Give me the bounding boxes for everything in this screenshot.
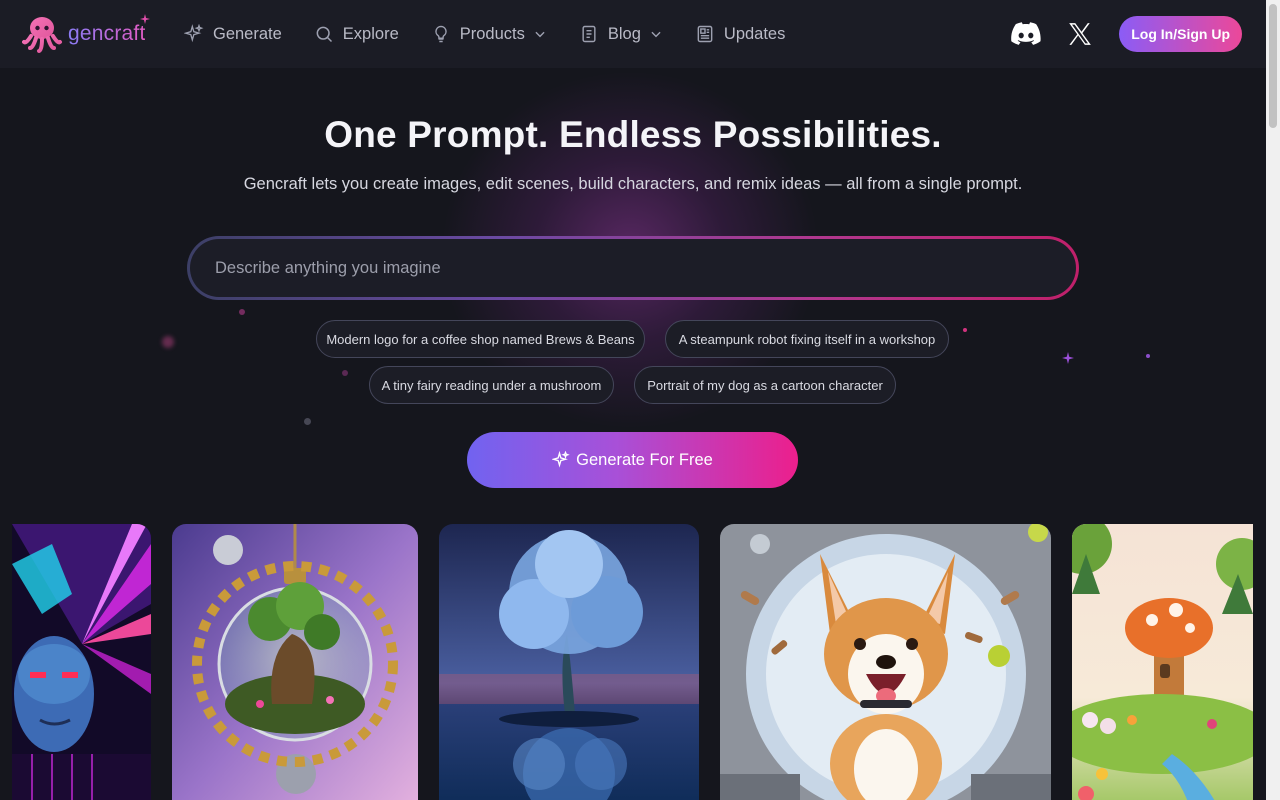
prompt-box [187, 236, 1079, 300]
decorative-dot [304, 418, 311, 425]
nav-label: Products [459, 24, 525, 43]
top-navbar: gencraft Generate Explore Products Blog … [0, 0, 1266, 68]
gallery-card-blue-tree[interactable] [439, 524, 699, 800]
generate-free-button[interactable]: Generate For Free [467, 432, 798, 488]
suggestion-chip[interactable]: Portrait of my dog as a cartoon characte… [634, 366, 896, 404]
decorative-dot [1146, 354, 1150, 358]
lightbulb-icon [435, 25, 447, 43]
gallery-card-terrarium[interactable] [172, 524, 418, 800]
discord-icon [1011, 22, 1041, 45]
nav-label: Updates [723, 24, 786, 43]
chevron-down-icon [651, 31, 661, 38]
newspaper-icon [697, 25, 713, 43]
nav-item-blog[interactable]: Blog [579, 24, 663, 44]
gallery-card-corgi[interactable] [720, 524, 1051, 800]
corgi-spaceship-image [720, 524, 1051, 800]
nav-item-updates[interactable]: Updates [695, 24, 785, 44]
cyberpunk-face-image [12, 524, 151, 800]
search-icon [316, 26, 332, 43]
document-icon [582, 25, 596, 43]
suggestion-chip[interactable]: A tiny fairy reading under a mushroom [369, 366, 614, 404]
header-actions: Log In/Sign Up [1011, 0, 1242, 68]
cta-label: Generate For Free [576, 450, 713, 469]
suggestion-chip[interactable]: Modern logo for a coffee shop named Brew… [316, 320, 645, 358]
terrarium-ornament-image [172, 524, 418, 800]
nav-item-products[interactable]: Products [431, 24, 547, 44]
gallery-card-mushroom-house[interactable] [1072, 524, 1253, 800]
hero-title: One Prompt. Endless Possibilities. [324, 114, 942, 155]
decorative-dot [963, 328, 967, 332]
nav-label: Explore [342, 24, 399, 43]
x-link[interactable] [1067, 21, 1093, 47]
decorative-dot [162, 336, 174, 348]
chevron-down-icon [535, 31, 545, 38]
nav-item-explore[interactable]: Explore [314, 24, 399, 44]
brand-logo[interactable]: gencraft [22, 14, 150, 54]
blue-tree-reflection-image [439, 524, 699, 800]
x-twitter-icon [1069, 23, 1092, 45]
sparkle-icon [184, 24, 204, 43]
octopus-logo-icon [22, 17, 62, 53]
mushroom-house-image [1072, 524, 1253, 800]
login-signup-button[interactable]: Log In/Sign Up [1119, 16, 1242, 52]
nav-label: Blog [607, 24, 641, 43]
decorative-dot [239, 309, 245, 315]
nav-item-generate[interactable]: Generate [184, 24, 282, 44]
brand-name: gencraft [68, 22, 146, 45]
scrollbar-thumb[interactable] [1269, 4, 1277, 128]
main-nav: Generate Explore Products Blog Updates [184, 0, 817, 68]
star-sparkle-icon [1062, 352, 1074, 364]
star-icon [140, 14, 150, 24]
sparkle-icon [552, 451, 570, 468]
prompt-input[interactable] [190, 239, 1076, 297]
suggestion-chip[interactable]: A steampunk robot fixing itself in a wor… [665, 320, 949, 358]
hero-subtitle: Gencraft lets you create images, edit sc… [243, 175, 1023, 193]
discord-link[interactable] [1011, 22, 1041, 46]
nav-label: Generate [213, 24, 282, 43]
gallery-card-cyberpunk-face[interactable] [12, 524, 151, 800]
page-scrollbar[interactable] [1266, 0, 1280, 800]
decorative-dot [342, 370, 348, 376]
